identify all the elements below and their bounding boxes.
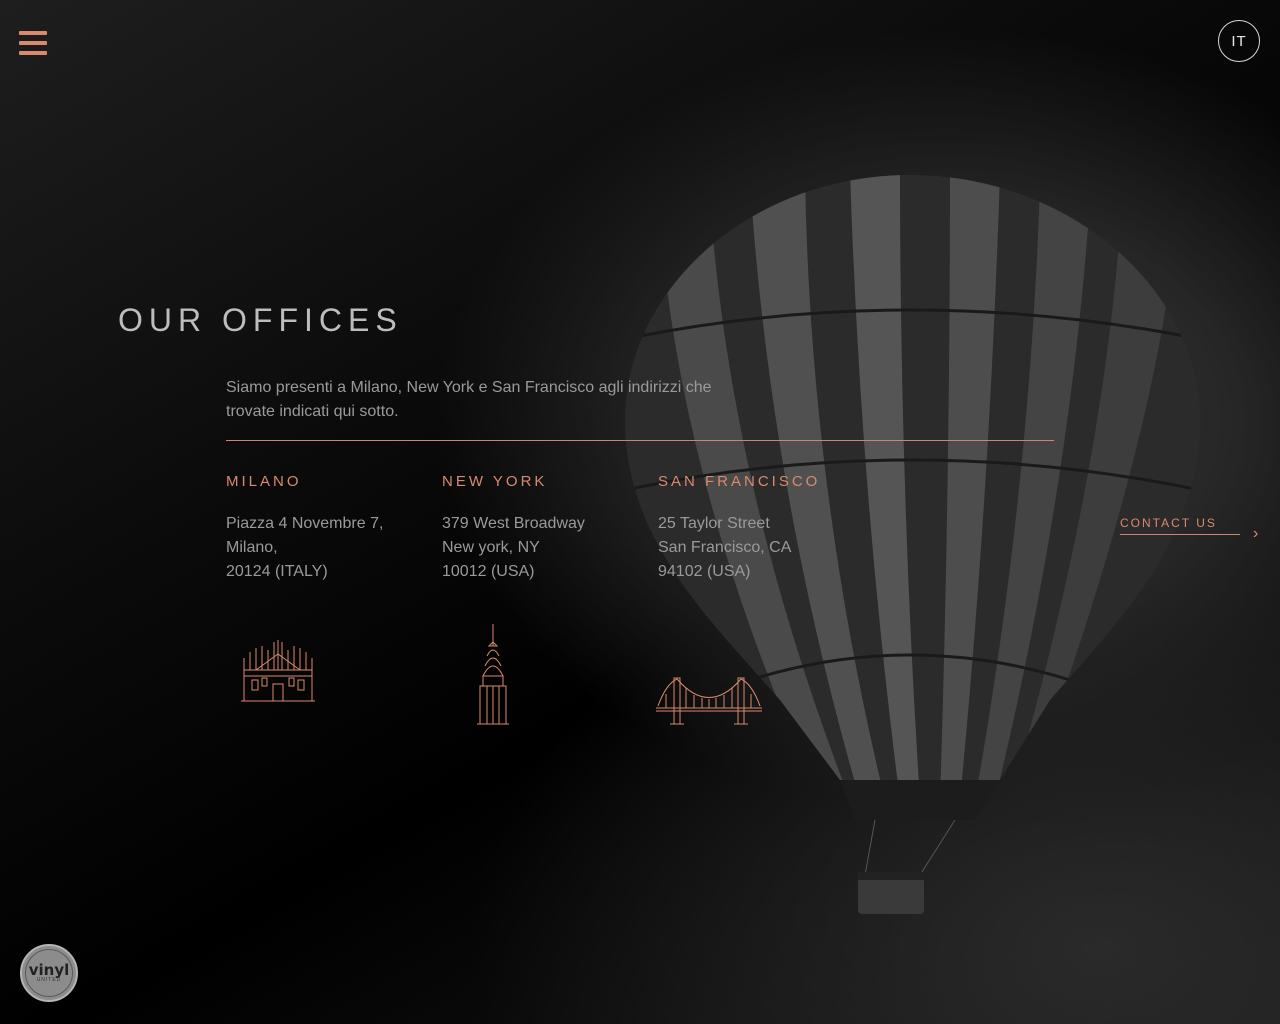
intro-text: Siamo presenti a Milano, New York e San … xyxy=(226,379,712,420)
office-address-line: 379 West Broadway xyxy=(442,515,585,532)
logo-ring: vinyl UNITED xyxy=(25,949,73,997)
office-address-line: Piazza 4 Novembre 7, xyxy=(226,515,384,532)
vinyl-united-logo[interactable]: vinyl UNITED xyxy=(20,944,78,1002)
logo-sub-text: UNITED xyxy=(36,977,62,983)
chrysler-building-icon xyxy=(477,624,509,725)
office-milano: MILANO Piazza 4 Novembre 7, Milano, 2012… xyxy=(226,473,426,584)
office-address-line: 25 Taylor Street xyxy=(658,515,770,532)
contact-us-link[interactable]: CONTACT US › xyxy=(1120,514,1260,542)
page: IT OUR OFFICES Siamo presenti a Milano, … xyxy=(0,0,1280,1024)
office-address-line: Milano, xyxy=(226,539,278,556)
language-switch-button[interactable]: IT xyxy=(1218,20,1260,62)
office-name: NEW YORK xyxy=(442,473,548,490)
chevron-right-icon: › xyxy=(1253,525,1259,542)
office-name: MILANO xyxy=(226,473,302,490)
hamburger-icon-bar xyxy=(19,41,47,45)
office-name: SAN FRANCISCO xyxy=(658,473,821,490)
duomo-cathedral-icon xyxy=(241,640,315,702)
golden-gate-bridge-icon xyxy=(656,677,762,725)
office-address-line: 10012 (USA) xyxy=(442,563,535,580)
office-san-francisco: SAN FRANCISCO 25 Taylor Street San Franc… xyxy=(658,473,858,584)
office-address-line: San Francisco, CA xyxy=(658,539,792,556)
divider xyxy=(226,440,1054,441)
hamburger-icon-bar xyxy=(19,31,47,35)
page-title: OUR OFFICES xyxy=(118,302,403,338)
hamburger-icon-bar xyxy=(19,51,47,55)
logo-main-text: vinyl xyxy=(28,961,70,979)
office-new-york: NEW YORK 379 West Broadway New york, NY … xyxy=(442,473,642,584)
office-address-line: 94102 (USA) xyxy=(658,563,751,580)
menu-button[interactable] xyxy=(19,31,47,57)
office-address-line: 20124 (ITALY) xyxy=(226,563,328,580)
office-address-line: New york, NY xyxy=(442,539,540,556)
contact-us-label: CONTACT US xyxy=(1120,516,1240,535)
